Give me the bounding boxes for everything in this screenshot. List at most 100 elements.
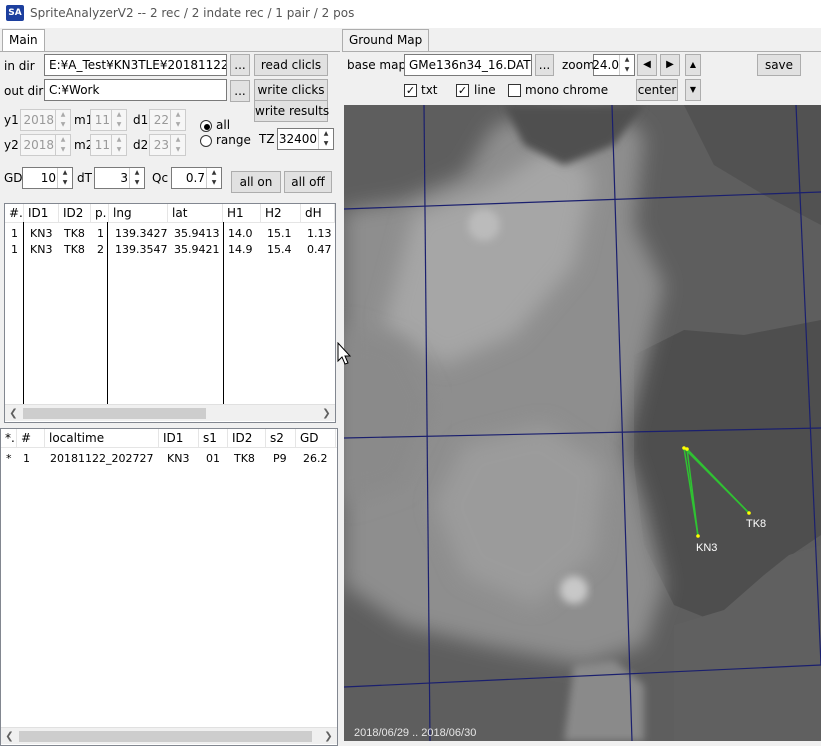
write-clicks-button[interactable]: write clicks <box>254 79 328 101</box>
spin-up-icon: ▲ <box>116 111 122 118</box>
zoom-spinner[interactable]: 24.0 ▲ ▼ <box>592 54 635 76</box>
scroll-left-icon[interactable]: ❮ <box>1 728 18 745</box>
cell: * <box>6 452 12 465</box>
mono-chrome-checkbox[interactable] <box>508 84 521 97</box>
col-header[interactable]: H2 <box>261 204 301 222</box>
arrow-up-icon: ▲ <box>689 60 697 69</box>
ground-map-canvas[interactable]: KN3 TK8 2018/06/29 .. 2018/06/30 <box>344 105 821 741</box>
all-off-button[interactable]: all off <box>284 171 332 193</box>
qc-spinner[interactable]: 0.7 ▲ ▼ <box>171 167 222 189</box>
y1-spinner[interactable]: 2018 ▲ ▼ <box>20 109 71 131</box>
save-button[interactable]: save <box>757 54 801 76</box>
scroll-thumb[interactable] <box>19 731 312 742</box>
spin-up-icon: ▲ <box>60 136 66 143</box>
arrow-down-icon: ▼ <box>689 85 697 94</box>
horizontal-scrollbar[interactable]: ❮ ❯ <box>5 404 335 421</box>
dt-spinner[interactable]: 3 ▲ ▼ <box>94 167 145 189</box>
txt-label: txt <box>421 83 438 97</box>
cell: 1 <box>97 227 104 240</box>
base-map-field[interactable]: GMe136n34_16.DAT <box>404 54 532 76</box>
col-header[interactable]: s2 <box>266 429 296 447</box>
col-header[interactable]: H1 <box>223 204 261 222</box>
y2-spinner[interactable]: 2018 ▲ ▼ <box>20 134 71 156</box>
col-header[interactable]: lat <box>168 204 223 222</box>
gd-label: GD <box>4 171 23 185</box>
col-header[interactable]: lng <box>109 204 168 222</box>
spin-down-icon: ▼ <box>116 146 122 153</box>
scroll-right-icon[interactable]: ❯ <box>318 405 335 422</box>
out-dir-browse-button[interactable]: ... <box>230 80 250 102</box>
column-divider <box>23 222 24 404</box>
cell: 26.2 <box>303 452 328 465</box>
title-bar: SA SpriteAnalyzerV2 -- 2 rec / 2 indate … <box>0 0 821 28</box>
pan-right-button[interactable]: ▶ <box>660 54 680 76</box>
station-marker <box>696 534 700 538</box>
spin-down-icon: ▼ <box>134 179 140 186</box>
txt-checkbox[interactable]: ✓ <box>404 84 417 97</box>
position-table[interactable]: #. ID1 ID2 p. lng lat H1 H2 dH 1 KN3 TK8… <box>4 203 336 423</box>
gd-spinner[interactable]: 10 ▲ ▼ <box>22 167 73 189</box>
spin-down-icon: ▼ <box>60 146 66 153</box>
in-dir-field[interactable]: E:¥A_Test¥KN3TLE¥20181122 <box>44 54 227 76</box>
tz-spinner[interactable]: 32400 ▲ ▼ <box>277 128 334 150</box>
in-dir-browse-button[interactable]: ... <box>230 54 250 76</box>
station-label-kn3: KN3 <box>696 542 717 554</box>
col-header[interactable]: ID2 <box>228 429 266 447</box>
scroll-right-icon[interactable]: ❯ <box>320 728 337 745</box>
pan-up-button[interactable]: ▲ <box>685 54 701 76</box>
y2-label: y2 <box>4 138 19 152</box>
horizontal-scrollbar[interactable]: ❮ ❯ <box>1 727 337 744</box>
spin-down-icon: ▼ <box>116 121 122 128</box>
pan-left-button[interactable]: ◀ <box>637 54 657 76</box>
cell: 139.3547 <box>115 243 168 256</box>
m2-spinner[interactable]: 11 ▲ ▼ <box>90 134 127 156</box>
y1-label: y1 <box>4 113 19 127</box>
scroll-thumb[interactable] <box>23 408 206 419</box>
d1-spinner[interactable]: 22 ▲ ▼ <box>149 109 186 131</box>
line-label: line <box>474 83 496 97</box>
out-dir-label: out dir <box>4 84 44 98</box>
cell: 14.9 <box>228 243 253 256</box>
d1-label: d1 <box>133 113 149 127</box>
spin-down-icon: ▼ <box>624 66 630 73</box>
cell: 1.13 <box>307 227 332 240</box>
position-table-header: #. ID1 ID2 p. lng lat H1 H2 dH <box>5 204 335 223</box>
cell: TK8 <box>64 243 85 256</box>
col-header[interactable]: dH <box>301 204 335 222</box>
col-header[interactable]: # <box>17 429 45 447</box>
tab-ground-map[interactable]: Ground Map <box>342 29 430 51</box>
pair-table[interactable]: *. # localtime ID1 s1 ID2 s2 GD * 1 2018… <box>0 428 338 746</box>
col-header[interactable]: *. <box>1 429 17 447</box>
tab-main[interactable]: Main <box>2 29 45 51</box>
d2-label: d2 <box>133 138 149 152</box>
radio-range-label: range <box>216 133 251 147</box>
col-header[interactable]: GD <box>296 429 336 447</box>
radio-all-label: all <box>216 118 231 132</box>
m1-spinner[interactable]: 11 ▲ ▼ <box>90 109 127 131</box>
col-header[interactable]: localtime <box>45 429 159 447</box>
write-results-button[interactable]: write results <box>254 100 329 122</box>
cell: 2 <box>97 243 104 256</box>
read-clicks-button[interactable]: read clicls <box>254 54 328 76</box>
scroll-left-icon[interactable]: ❮ <box>5 405 22 422</box>
cell: KN3 <box>167 452 190 465</box>
col-header[interactable]: ID1 <box>159 429 199 447</box>
spin-up-icon: ▲ <box>62 169 68 176</box>
col-header[interactable]: s1 <box>199 429 228 447</box>
radio-all[interactable] <box>200 120 212 132</box>
base-map-browse-button[interactable]: ... <box>535 54 554 76</box>
col-header[interactable]: ID1 <box>24 204 59 222</box>
d2-spinner[interactable]: 23 ▲ ▼ <box>149 134 186 156</box>
line-checkbox[interactable]: ✓ <box>456 84 469 97</box>
col-header[interactable]: ID2 <box>59 204 91 222</box>
col-header[interactable]: #. <box>5 204 24 222</box>
col-header[interactable]: p. <box>91 204 109 222</box>
out-dir-field[interactable]: C:¥Work <box>44 79 227 101</box>
radio-range[interactable] <box>200 135 212 147</box>
pan-down-button[interactable]: ▼ <box>685 79 701 101</box>
all-on-button[interactable]: all on <box>231 171 281 193</box>
cell: TK8 <box>64 227 85 240</box>
tz-label: TZ <box>259 132 275 146</box>
cell: KN3 <box>30 243 53 256</box>
center-button[interactable]: center <box>636 79 678 101</box>
